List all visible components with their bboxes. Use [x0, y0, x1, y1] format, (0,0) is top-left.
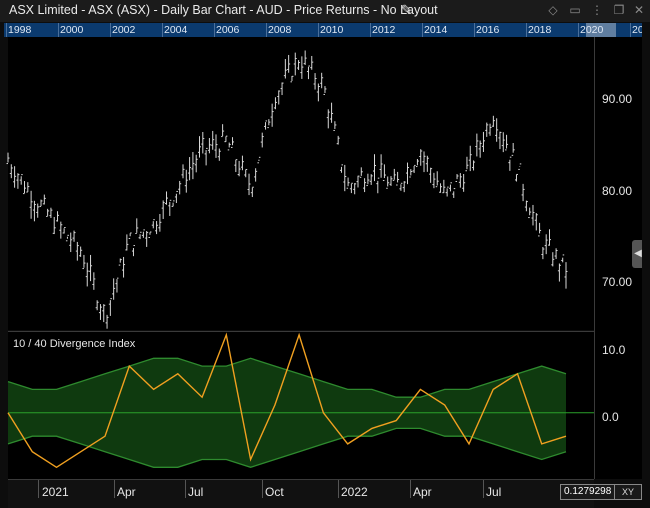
- chart-canvas: [6, 50, 594, 469]
